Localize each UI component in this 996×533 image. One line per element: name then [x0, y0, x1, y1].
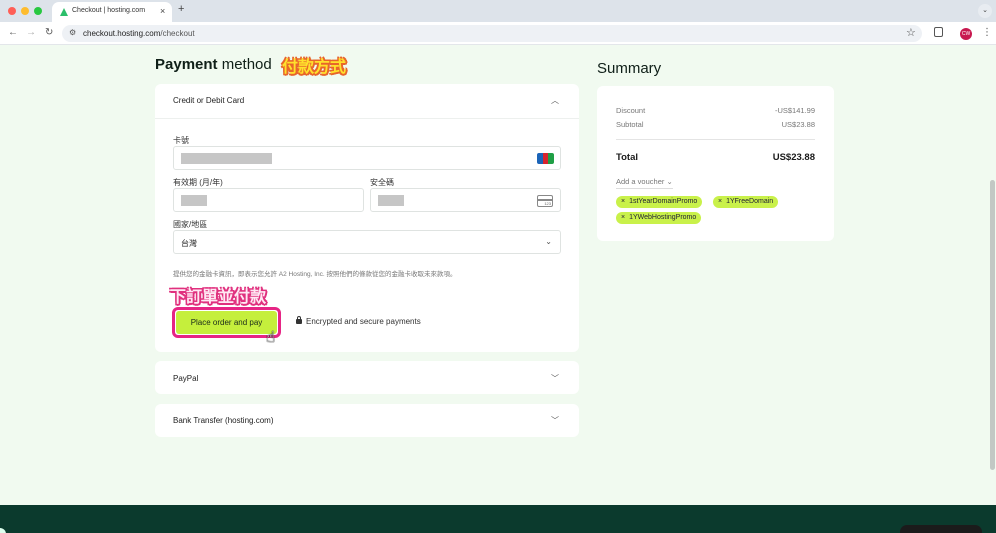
discount-value: -US$141.99: [774, 106, 815, 115]
remove-promo-icon[interactable]: ×: [718, 198, 722, 205]
payment-method-annotation: 付款方式: [282, 59, 347, 76]
cvc-field[interactable]: 123: [370, 188, 561, 212]
total-value: US$23.88: [772, 152, 815, 163]
section-divider: [155, 118, 579, 119]
bank-transfer-section[interactable]: Bank Transfer (hosting.com) ﹀: [155, 404, 579, 437]
new-tab-button[interactable]: +: [178, 3, 184, 15]
place-order-annotation: 下訂單並付款: [170, 289, 267, 306]
close-window-button[interactable]: [8, 7, 16, 15]
browser-menu-icon[interactable]: ⋮: [982, 27, 992, 38]
expiry-label: 有效期 (月/年): [173, 178, 223, 187]
site-settings-icon[interactable]: ⚙: [69, 28, 76, 37]
discount-label: Discount: [616, 106, 646, 115]
subtotal-value: US$23.88: [781, 120, 815, 129]
summary-divider: [616, 139, 815, 140]
tab-strip: Checkout | hosting.com × + ⌄: [0, 0, 996, 22]
cvc-redaction: [378, 195, 404, 206]
paypal-section[interactable]: PayPal ﹀: [155, 361, 579, 394]
chat-widget-button[interactable]: [900, 525, 982, 533]
place-order-button[interactable]: Place order and pay: [176, 311, 277, 334]
add-voucher-link[interactable]: Add a voucher ⌄: [616, 177, 673, 189]
forward-icon[interactable]: →: [26, 27, 36, 38]
promo-chip[interactable]: × 1YWebHostingPromo: [616, 212, 702, 224]
expiry-redaction: [181, 195, 207, 206]
total-row: Total US$23.88: [616, 152, 815, 163]
url-input[interactable]: ⚙ checkout.hosting.com/checkout: [62, 25, 922, 42]
subtotal-row: Subtotal US$23.88: [616, 120, 815, 129]
summary-card: Discount -US$141.99 Subtotal US$23.88 To…: [597, 86, 834, 241]
promo-chip[interactable]: × 1YFreeDomain: [713, 196, 779, 208]
remove-promo-icon[interactable]: ×: [621, 198, 625, 205]
chevron-down-icon: ⌄: [666, 177, 673, 186]
favicon-icon: [60, 8, 68, 16]
credit-card-section-title[interactable]: Credit or Debit Card: [173, 96, 244, 105]
zoom-window-button[interactable]: [34, 7, 42, 15]
expiry-field[interactable]: [173, 188, 364, 212]
subtotal-label: Subtotal: [616, 120, 644, 129]
summary-heading: Summary: [597, 60, 662, 77]
tab-title: Checkout | hosting.com: [72, 7, 146, 14]
chevron-down-icon[interactable]: ﹀: [551, 373, 559, 384]
total-label: Total: [616, 152, 638, 163]
card-number-redaction: [181, 153, 272, 164]
page-scrollbar[interactable]: [990, 180, 995, 470]
back-icon[interactable]: ←: [8, 27, 18, 38]
promo-chip[interactable]: × 1stYearDomainPromo: [616, 196, 703, 208]
cvc-label: 安全碼: [370, 178, 394, 187]
tab-search-icon[interactable]: ⌄: [978, 4, 992, 18]
payment-method-heading: Payment method: [155, 56, 272, 73]
extensions-icon[interactable]: [934, 27, 943, 37]
country-label: 國家/地區: [173, 220, 208, 229]
card-number-field[interactable]: [173, 146, 561, 170]
secure-payments-text: Encrypted and secure payments: [306, 317, 421, 326]
address-bar-row: ← → ↻ ⚙ checkout.hosting.com/checkout: [0, 22, 996, 45]
country-select[interactable]: 台灣 ⌄: [173, 230, 561, 254]
bookmark-star-icon[interactable]: ☆: [906, 26, 916, 39]
chevron-down-icon[interactable]: ﹀: [551, 415, 559, 426]
url-text: checkout.hosting.com/checkout: [83, 29, 195, 38]
profile-avatar[interactable]: CW: [960, 28, 972, 40]
chevron-up-icon[interactable]: ︿: [551, 95, 559, 106]
page-footer: [0, 505, 996, 533]
country-value: 台灣: [181, 239, 197, 248]
paypal-section-title: PayPal: [173, 374, 199, 383]
card-number-label: 卡號: [173, 136, 189, 145]
lock-icon: [296, 316, 302, 324]
discount-row: Discount -US$141.99: [616, 106, 815, 115]
jcb-card-icon: [537, 153, 554, 164]
cvc-card-icon: 123: [537, 195, 553, 207]
hand-pointer-icon: ☝: [266, 329, 276, 346]
bank-transfer-section-title: Bank Transfer (hosting.com): [173, 416, 274, 425]
consent-text: 提供您的金融卡資訊，即表示您允許 A2 Hosting, Inc. 按照他們的條…: [173, 271, 457, 278]
browser-tab[interactable]: Checkout | hosting.com ×: [52, 2, 172, 22]
remove-promo-icon[interactable]: ×: [621, 214, 625, 221]
tab-close-icon[interactable]: ×: [160, 6, 165, 16]
minimize-window-button[interactable]: [21, 7, 29, 15]
chevron-down-icon: ⌄: [545, 237, 552, 246]
reload-icon[interactable]: ↻: [45, 27, 53, 38]
